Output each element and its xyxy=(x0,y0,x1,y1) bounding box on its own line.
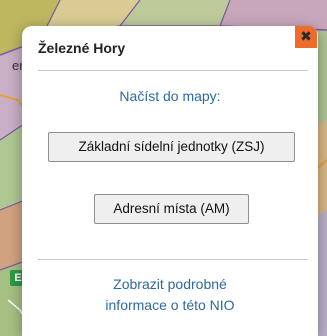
load-zsj-button[interactable]: Základní sídelní jednotky (ZSJ) xyxy=(48,132,295,162)
divider xyxy=(38,259,308,260)
info-popup: ✖ Železné Hory Načíst do mapy: Základní … xyxy=(22,26,318,336)
detail-info-link-line1[interactable]: Zobrazit podrobné xyxy=(22,274,318,295)
popup-title: Železné Hory xyxy=(38,40,126,56)
detail-info-link[interactable]: Zobrazit podrobné informace o této NIO xyxy=(22,274,318,316)
load-to-map-heading: Načíst do mapy: xyxy=(119,88,221,104)
load-am-button[interactable]: Adresní místa (AM) xyxy=(94,194,249,224)
close-icon[interactable]: ✖ xyxy=(300,28,312,44)
close-button[interactable]: ✖ xyxy=(295,26,317,48)
detail-info-link-line2[interactable]: informace o této NIO xyxy=(22,295,318,316)
divider xyxy=(38,70,308,71)
